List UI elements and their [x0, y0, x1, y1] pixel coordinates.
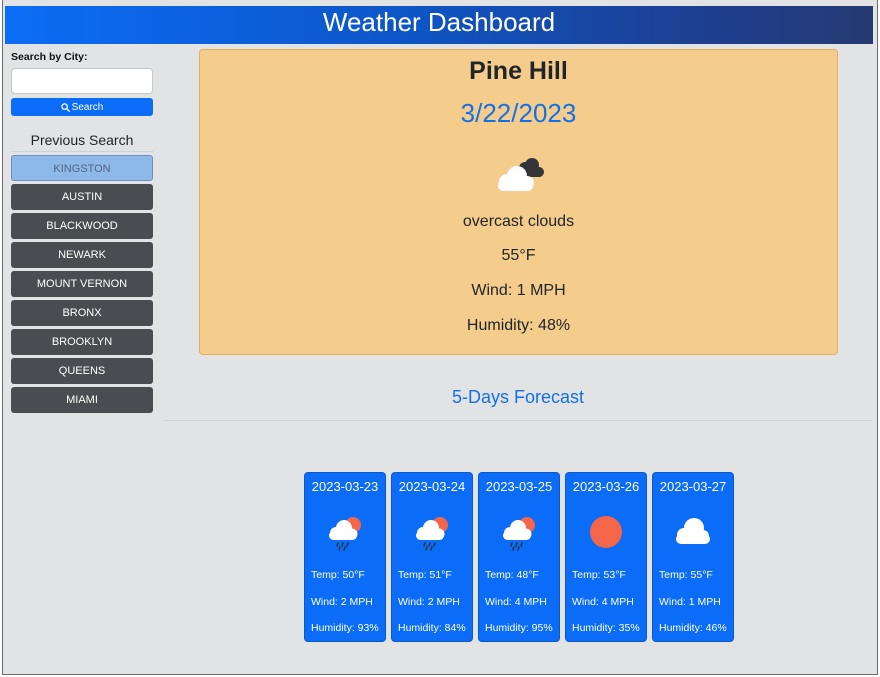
current-humidity: Humidity: 48% — [466, 317, 571, 334]
current-description: overcast clouds — [462, 213, 575, 230]
previous-search-title: Previous Search — [30, 132, 134, 148]
forecast-humidity: Humidity: 35% — [572, 622, 640, 634]
forecast-cards: 2023-03-23 Temp: 50°F Wind: 2 MPH Humidi… — [304, 472, 734, 642]
page-title: Weather Dashboard — [5, 6, 873, 44]
forecast-wind: Wind: 4 MPH — [572, 596, 634, 608]
forecast-humidity: Humidity: 93% — [311, 622, 379, 634]
search-icon — [60, 102, 70, 112]
rain-sun-icon — [416, 517, 448, 551]
city-button-mount-vernon[interactable]: MOUNT VERNON — [11, 271, 153, 297]
city-button-bronx[interactable]: BRONX — [11, 300, 153, 326]
current-weather-card: Pine Hill 3/22/2023 overcast clouds 55°F… — [199, 49, 838, 355]
forecast-humidity: Humidity: 46% — [659, 622, 727, 634]
forecast-temp: Temp: 48°F — [485, 569, 539, 581]
city-button-miami[interactable]: MIAMI — [11, 387, 153, 413]
clear-sun-icon — [590, 516, 622, 548]
divider — [11, 151, 153, 152]
forecast-title: 5-Days Forecast — [451, 387, 585, 407]
forecast-date: 2023-03-23 — [311, 479, 379, 494]
rain-sun-icon — [503, 517, 535, 551]
forecast-date: 2023-03-24 — [398, 479, 466, 494]
city-button-blackwood[interactable]: BLACKWOOD — [11, 213, 153, 239]
previous-search-list: KINGSTON AUSTIN BLACKWOOD NEWARK MOUNT V… — [11, 155, 153, 413]
current-city-name: Pine Hill — [469, 57, 568, 85]
search-button[interactable]: Search — [11, 98, 153, 116]
forecast-wind: Wind: 2 MPH — [398, 596, 460, 608]
forecast-wind: Wind: 2 MPH — [311, 596, 373, 608]
forecast-temp: Temp: 51°F — [398, 569, 452, 581]
cloud-icon — [676, 518, 710, 544]
forecast-card: 2023-03-25 Temp: 48°F Wind: 4 MPH Humidi… — [478, 472, 560, 642]
sidebar: Search by City: Search Previous Search K… — [11, 50, 153, 413]
rain-sun-icon — [329, 517, 361, 551]
forecast-card: 2023-03-24 Temp: 51°F Wind: 2 MPH Humidi… — [391, 472, 473, 642]
forecast-date: 2023-03-26 — [572, 479, 640, 494]
divider — [164, 420, 872, 421]
forecast-temp: Temp: 55°F — [659, 569, 713, 581]
forecast-wind: Wind: 1 MPH — [659, 596, 721, 608]
forecast-date: 2023-03-27 — [659, 479, 727, 494]
forecast-card: 2023-03-23 Temp: 50°F Wind: 2 MPH Humidi… — [304, 472, 386, 642]
search-button-label: Search — [71, 101, 104, 113]
search-input[interactable] — [11, 68, 153, 94]
forecast-date: 2023-03-25 — [485, 479, 553, 494]
forecast-humidity: Humidity: 95% — [485, 622, 553, 634]
forecast-humidity: Humidity: 84% — [398, 622, 466, 634]
search-label: Search by City: — [11, 51, 88, 63]
city-button-kingston[interactable]: KINGSTON — [11, 155, 153, 181]
city-button-austin[interactable]: AUSTIN — [11, 184, 153, 210]
city-button-queens[interactable]: QUEENS — [11, 358, 153, 384]
forecast-wind: Wind: 4 MPH — [485, 596, 547, 608]
city-button-brooklyn[interactable]: BROOKLYN — [11, 329, 153, 355]
forecast-card: 2023-03-26 Temp: 53°F Wind: 4 MPH Humidi… — [565, 472, 647, 642]
broken-clouds-icon — [498, 158, 544, 191]
current-date: 3/22/2023 — [460, 98, 577, 128]
current-temp: 55°F — [501, 247, 536, 264]
forecast-temp: Temp: 50°F — [311, 569, 365, 581]
current-wind: Wind: 1 MPH — [471, 282, 566, 299]
forecast-card: 2023-03-27 Temp: 55°F Wind: 1 MPH Humidi… — [652, 472, 734, 642]
forecast-temp: Temp: 53°F — [572, 569, 626, 581]
city-button-newark[interactable]: NEWARK — [11, 242, 153, 268]
